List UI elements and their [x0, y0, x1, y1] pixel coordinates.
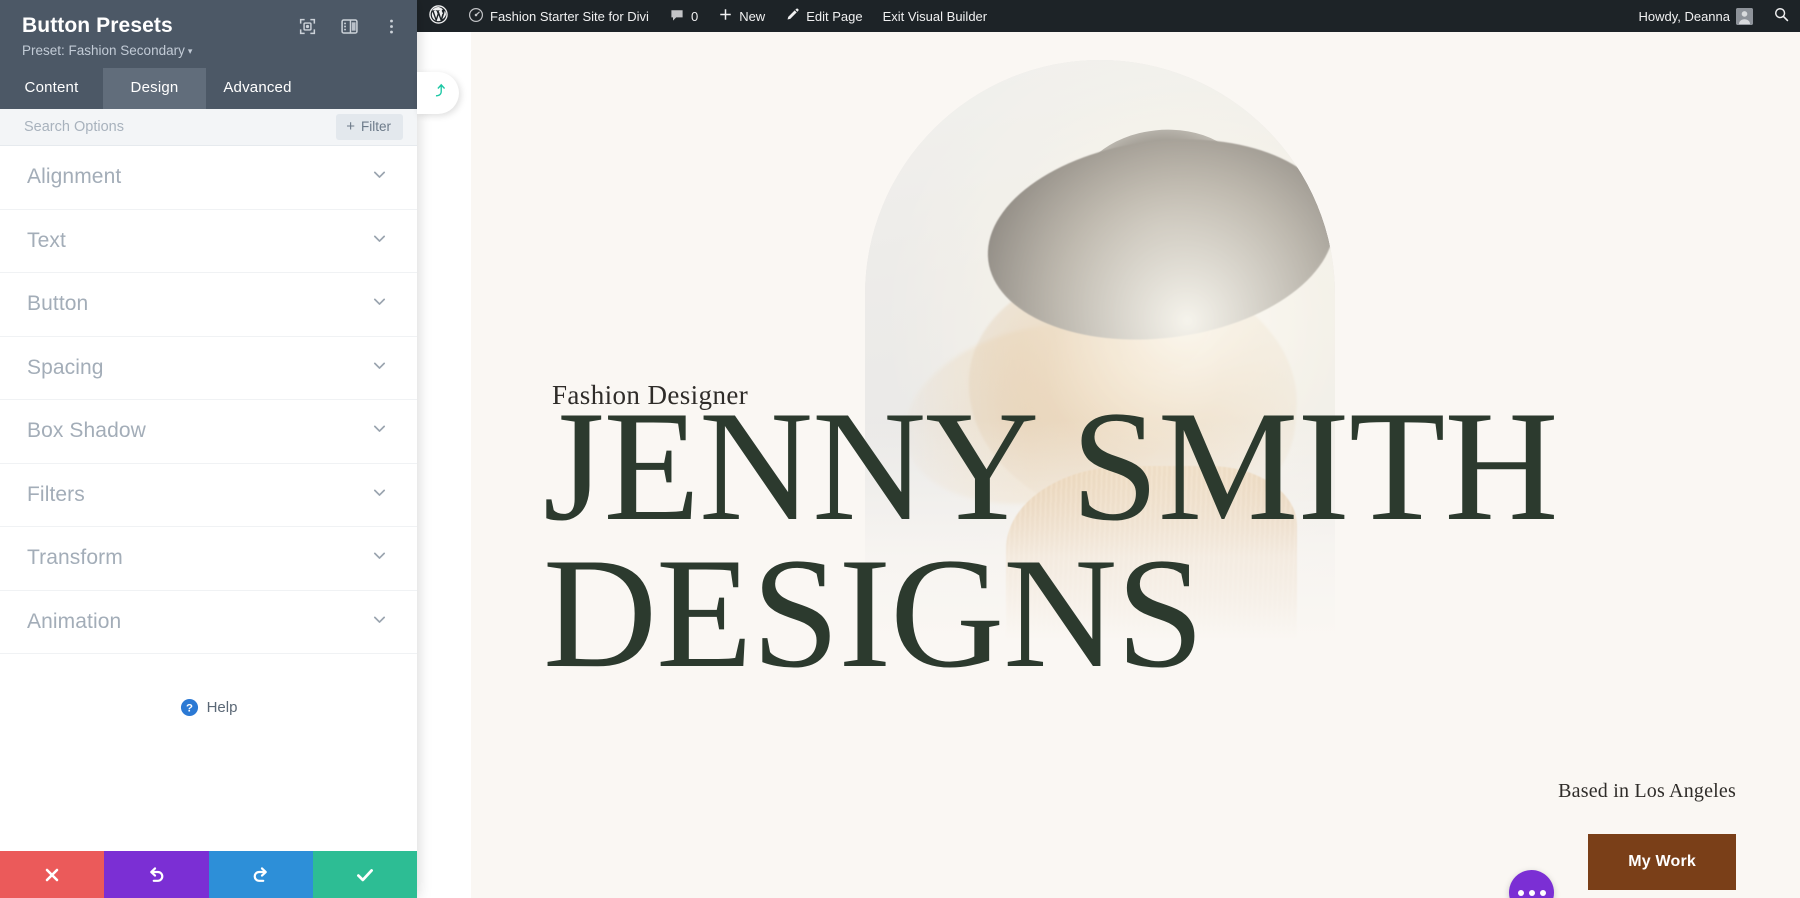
site-name-menu[interactable]: Fashion Starter Site for Divi [458, 0, 659, 32]
filter-label: Filter [361, 119, 391, 135]
panel-action-bar [0, 851, 417, 898]
search-icon [1773, 6, 1790, 26]
avatar [1736, 7, 1753, 25]
wordpress-logo-menu[interactable] [417, 0, 458, 32]
edit-page-menu[interactable]: Edit Page [775, 0, 872, 32]
chevron-down-icon [371, 166, 388, 188]
chevron-down-icon [371, 611, 388, 633]
panel-header-icons [297, 16, 401, 36]
section-transform[interactable]: Transform [0, 527, 417, 591]
dot-icon [1528, 889, 1535, 896]
undo-icon [150, 867, 164, 882]
new-label: New [739, 8, 766, 24]
site-name-label: Fashion Starter Site for Divi [490, 8, 649, 24]
panel-tabs: Content Design Advanced [0, 68, 417, 110]
discard-button[interactable] [0, 851, 105, 898]
new-content-menu[interactable]: New [708, 0, 775, 32]
dashboard-icon [468, 7, 484, 26]
exit-builder-label: Exit Visual Builder [882, 8, 988, 24]
tab-design[interactable]: Design [103, 68, 206, 110]
section-box-shadow[interactable]: Box Shadow [0, 400, 417, 464]
admin-search-button[interactable] [1763, 0, 1800, 32]
search-input[interactable] [24, 109, 337, 146]
focus-icon[interactable] [297, 16, 317, 36]
wordpress-admin-bar: Fashion Starter Site for Divi 0 New Edit… [417, 0, 1800, 32]
section-label: Text [27, 228, 66, 252]
help-row[interactable]: ? Help [0, 654, 417, 717]
dot-icon [1517, 889, 1524, 896]
section-label: Button [27, 292, 89, 316]
tab-advanced[interactable]: Advanced [206, 68, 309, 109]
section-label: Filters [27, 482, 85, 506]
chevron-down-icon [371, 484, 388, 506]
hero-eyebrow: Fashion Designer [552, 380, 749, 410]
my-account-menu[interactable]: Howdy, Deanna [1628, 0, 1763, 32]
tab-content[interactable]: Content [0, 68, 103, 109]
app-root: Fashion Designer JENNY SMITH DESIGNS Bas… [0, 0, 1800, 898]
divi-settings-panel: Button Presets Preset: Fashion Secondary… [0, 0, 417, 898]
comment-bubble-icon [669, 7, 685, 26]
check-icon [356, 868, 373, 881]
section-alignment[interactable]: Alignment [0, 146, 417, 210]
pencil-icon [785, 7, 800, 25]
plus-icon: + [346, 118, 355, 136]
section-animation[interactable]: Animation [0, 591, 417, 655]
section-button[interactable]: Button [0, 273, 417, 337]
chevron-down-icon [371, 547, 388, 569]
my-work-button[interactable]: My Work [1588, 834, 1736, 890]
plus-icon [718, 7, 733, 25]
chevron-down-icon [371, 293, 388, 315]
builder-expand-tab[interactable] [417, 72, 459, 114]
section-label: Alignment [27, 165, 122, 189]
section-filters[interactable]: Filters [0, 464, 417, 528]
help-label: Help [206, 699, 238, 717]
section-text[interactable]: Text [0, 210, 417, 274]
section-label: Spacing [27, 355, 104, 379]
expand-builder-icon [430, 82, 447, 104]
hero-location: Based in Los Angeles [1558, 780, 1736, 802]
hero-portrait-image [865, 60, 1335, 640]
comment-count: 0 [690, 8, 699, 24]
exit-visual-builder-menu[interactable]: Exit Visual Builder [873, 0, 998, 32]
undo-button[interactable] [104, 851, 209, 898]
preset-label: Preset: Fashion Secondary [22, 43, 185, 59]
help-circle-icon: ? [180, 698, 199, 717]
hero-section: Fashion Designer JENNY SMITH DESIGNS Bas… [471, 32, 1800, 898]
section-spacing[interactable]: Spacing [0, 337, 417, 401]
section-label: Animation [27, 609, 122, 633]
filter-button[interactable]: + Filter [336, 114, 403, 141]
svg-text:?: ? [186, 703, 193, 715]
more-vertical-icon[interactable] [381, 16, 401, 36]
layout-panel-icon[interactable] [339, 16, 359, 36]
panel-header: Button Presets Preset: Fashion Secondary… [0, 0, 417, 69]
close-icon [45, 868, 59, 881]
chevron-down-icon [371, 420, 388, 442]
redo-icon [253, 867, 267, 882]
section-label: Box Shadow [27, 419, 146, 443]
chevron-down-icon [371, 230, 388, 252]
edit-page-label: Edit Page [806, 8, 863, 24]
greeting-label: Howdy, Deanna [1638, 8, 1730, 24]
save-button[interactable] [312, 851, 417, 898]
chevron-down-icon: ▾ [187, 45, 193, 56]
section-label: Transform [27, 546, 123, 570]
page-canvas: Fashion Designer JENNY SMITH DESIGNS Bas… [417, 32, 1800, 898]
canvas-gutter [417, 32, 471, 898]
redo-button[interactable] [208, 851, 313, 898]
dot-icon [1539, 889, 1546, 896]
wordpress-logo-icon [429, 5, 448, 27]
design-options-accordion: Alignment Text Button Spacing Box Shadow… [0, 146, 417, 851]
search-bar: + Filter [0, 109, 417, 147]
comments-menu[interactable]: 0 [659, 0, 708, 32]
preset-selector[interactable]: Preset: Fashion Secondary ▾ [22, 43, 395, 58]
chevron-down-icon [371, 357, 388, 379]
